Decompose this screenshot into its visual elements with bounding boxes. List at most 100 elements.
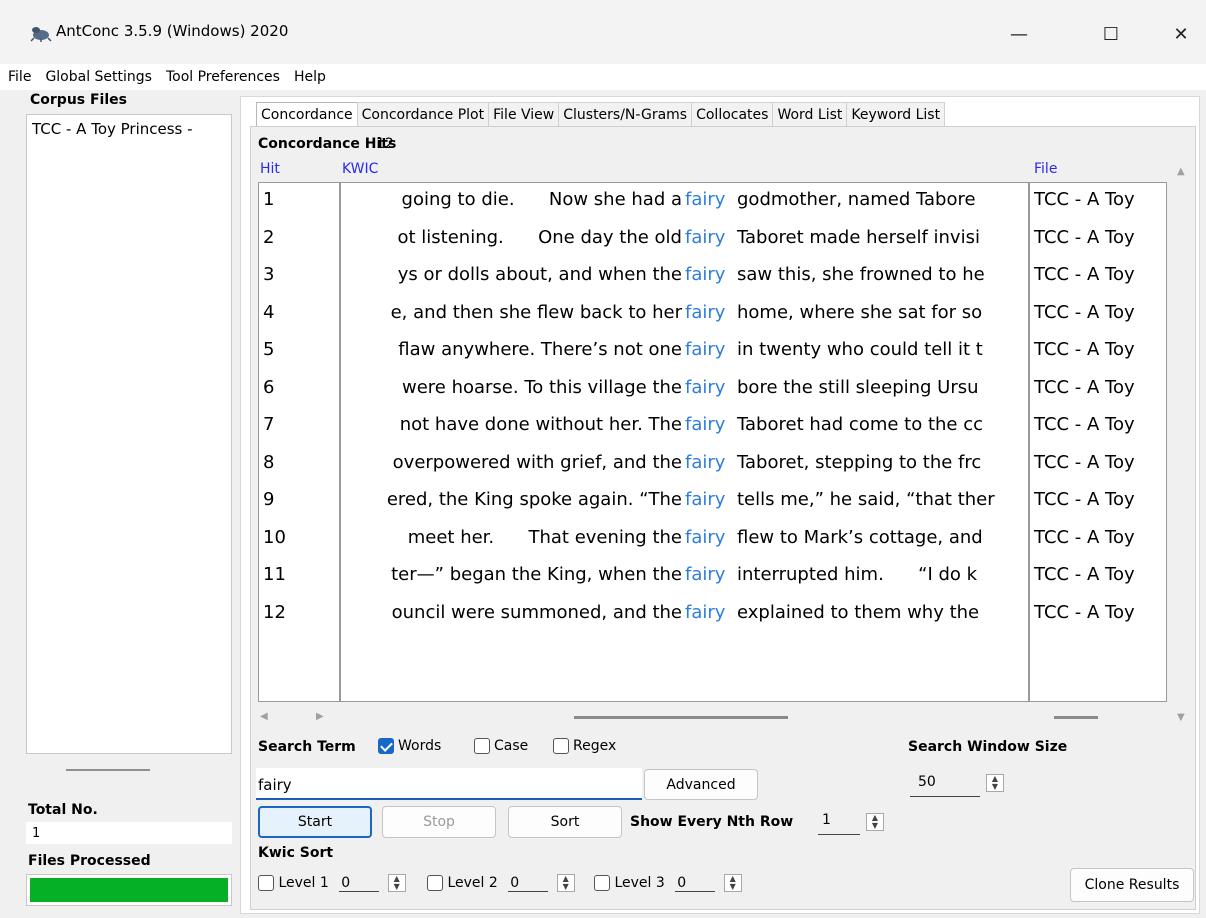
level-2-value[interactable]: 0 [508,875,549,892]
menu-global-settings[interactable]: Global Settings [45,69,152,85]
regex-checkbox[interactable] [553,738,569,754]
kwic-keyword[interactable]: fairy [685,527,725,548]
level-2-spinner-icon[interactable]: ▲ ▼ [556,874,575,892]
column-header-hit[interactable]: Hit [260,161,280,177]
tab-word-list[interactable]: Word List [772,102,848,126]
search-term-input[interactable] [256,768,642,800]
advanced-button[interactable]: Advanced [644,769,758,800]
kwic-row[interactable]: ys or dolls about, and when the fairy saw … [341,264,1028,300]
words-option[interactable]: Words [378,738,441,754]
file-cell[interactable]: TCC - A Toy [1034,302,1135,323]
clone-results-button[interactable]: Clone Results [1070,868,1194,902]
kwic-row[interactable]: overpowered with grief, and the fairy Tabo… [341,452,1028,488]
menu-tool-preferences[interactable]: Tool Preferences [166,69,280,85]
hit-number[interactable]: 7 [263,414,274,435]
kwic-keyword[interactable]: fairy [685,602,725,623]
level-3-value[interactable]: 0 [675,875,716,892]
hit-number-column[interactable]: 1 2 3 4 5 6 7 8 9 10 11 12 [258,182,340,702]
stop-button[interactable]: Stop [382,806,496,838]
file-column[interactable]: TCC - A Toy TCC - A Toy TCC - A Toy TCC - A… [1029,182,1167,702]
start-button[interactable]: Start [258,806,372,838]
hit-number[interactable]: 1 [263,189,274,210]
file-cell[interactable]: TCC - A Toy [1034,527,1135,548]
file-scroll-thumb[interactable] [1054,716,1098,719]
nth-row-spinner-icon[interactable]: ▲ ▼ [866,813,884,831]
kwic-keyword[interactable]: fairy [685,302,725,323]
menu-file[interactable]: File [8,69,31,85]
hit-number[interactable]: 10 [263,527,286,548]
kwic-keyword[interactable]: fairy [685,452,725,473]
file-cell[interactable]: TCC - A Toy [1034,602,1135,623]
kwic-keyword[interactable]: fairy [685,564,725,585]
nth-row-value[interactable]: 1 [822,812,831,828]
file-cell[interactable]: TCC - A Toy [1034,414,1135,435]
words-checkbox[interactable] [378,738,394,754]
level-3-checkbox[interactable] [594,875,610,891]
tab-clusters-ngrams[interactable]: Clusters/N-Grams [558,102,693,126]
tab-keyword-list[interactable]: Keyword List [846,102,946,126]
level-3-spinner-icon[interactable]: ▲ ▼ [723,874,742,892]
kwic-keyword[interactable]: fairy [685,189,725,210]
case-checkbox[interactable] [474,738,490,754]
tab-concordance[interactable]: Concordance [256,102,358,126]
corpus-file-item[interactable]: TCC - A Toy Princess - [32,120,193,138]
file-cell[interactable]: TCC - A Toy [1034,564,1135,585]
kwic-keyword[interactable]: fairy [685,339,725,360]
scroll-up-arrow-icon[interactable]: ▲ [1177,166,1185,177]
hit-number[interactable]: 4 [263,302,274,323]
tab-collocates[interactable]: Collocates [691,102,774,126]
kwic-row[interactable]: e, and then she flew back to her fairy hom… [341,302,1028,338]
level-1-checkbox[interactable] [258,875,274,891]
kwic-row[interactable]: going to die. Now she had a fairy godmothe… [341,189,1028,225]
hit-number[interactable]: 9 [263,489,274,510]
panel-splitter-handle[interactable] [66,769,150,771]
level-1-spinner-icon[interactable]: ▲ ▼ [387,874,406,892]
file-cell[interactable]: TCC - A Toy [1034,489,1135,510]
file-cell[interactable]: TCC - A Toy [1034,377,1135,398]
column-header-file[interactable]: File [1034,161,1057,177]
close-button[interactable]: ✕ [1158,16,1204,52]
search-window-size-value[interactable]: 50 [918,774,936,790]
corpus-file-list[interactable] [26,114,232,754]
kwic-row[interactable]: ot listening. One day the old fairy Tabore… [341,227,1028,263]
tab-file-view[interactable]: File View [488,102,560,126]
search-window-size-spinner-icon[interactable]: ▲ ▼ [986,774,1004,792]
file-cell[interactable]: TCC - A Toy [1034,227,1135,248]
kwic-row[interactable]: ered, the King spoke again. “The fairy tel… [341,489,1028,525]
maximize-button[interactable]: ☐ [1088,16,1134,52]
kwic-keyword[interactable]: fairy [685,264,725,285]
kwic-keyword[interactable]: fairy [685,377,725,398]
column-header-kwic[interactable]: KWIC [342,161,378,177]
kwic-scroll-thumb[interactable] [574,716,788,719]
kwic-keyword[interactable]: fairy [685,227,725,248]
hit-number[interactable]: 5 [263,339,274,360]
kwic-row[interactable]: ter—” began the King, when the fairy inter… [341,564,1028,600]
kwic-row[interactable]: meet her. That evening the fairy flew to M… [341,527,1028,563]
kwic-keyword[interactable]: fairy [685,414,725,435]
kwic-column[interactable]: going to die. Now she had a fairy godmothe… [340,182,1029,702]
level-1-value[interactable]: 0 [339,875,380,892]
file-cell[interactable]: TCC - A Toy [1034,339,1135,360]
file-cell[interactable]: TCC - A Toy [1034,189,1135,210]
kwic-keyword[interactable]: fairy [685,489,725,510]
level-2-checkbox[interactable] [427,875,443,891]
hit-number[interactable]: 6 [263,377,274,398]
hit-number[interactable]: 2 [263,227,274,248]
hit-number[interactable]: 12 [263,602,286,623]
hit-number[interactable]: 8 [263,452,274,473]
file-cell[interactable]: TCC - A Toy [1034,452,1135,473]
tab-concordance-plot[interactable]: Concordance Plot [356,102,490,126]
kwic-row[interactable]: not have done without her. The fairy Tabor… [341,414,1028,450]
menu-help[interactable]: Help [294,69,326,85]
case-option[interactable]: Case [474,738,528,754]
hit-number[interactable]: 3 [263,264,274,285]
hit-number[interactable]: 11 [263,564,286,585]
sort-button[interactable]: Sort [508,806,622,838]
kwic-row[interactable]: were hoarse. To this village the fairy bor… [341,377,1028,413]
regex-option[interactable]: Regex [553,738,616,754]
kwic-row[interactable]: flaw anywhere. There’s not one fairy in tw… [341,339,1028,375]
scroll-down-arrow-icon[interactable]: ▼ [1177,712,1185,723]
scroll-right-arrow-icon[interactable]: ▶ [316,711,324,722]
file-cell[interactable]: TCC - A Toy [1034,264,1135,285]
kwic-row[interactable]: ouncil were summoned, and the fairy explai… [341,602,1028,638]
